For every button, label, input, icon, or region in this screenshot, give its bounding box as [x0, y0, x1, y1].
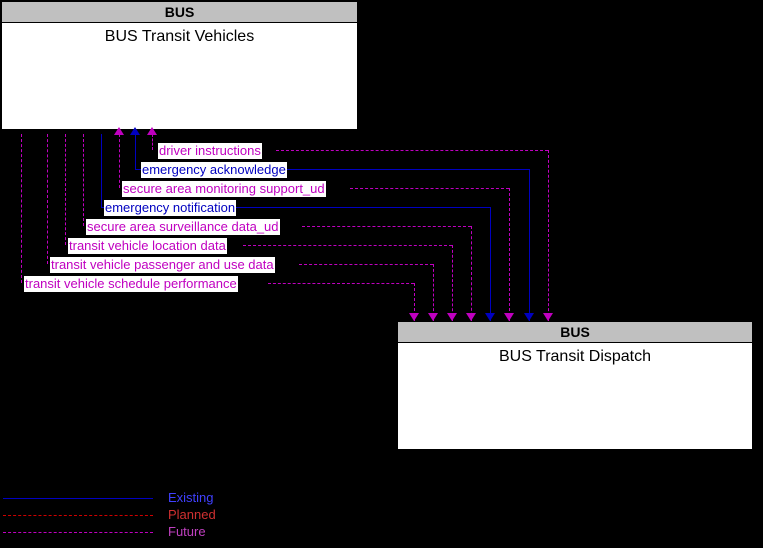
arrowhead-flow-1	[147, 127, 157, 135]
flow-label-emergency-notification[interactable]: emergency notification	[104, 200, 237, 216]
legend-line-existing-icon	[3, 498, 153, 499]
connector-8-vertical-left	[21, 134, 22, 283]
legend-label-planned: Planned	[168, 507, 216, 522]
connector-2-vertical-left	[135, 134, 136, 169]
flow-label-secure-area-monitoring-support-ud[interactable]: secure area monitoring support_ud	[122, 181, 326, 197]
arrowhead-flow-8-dispatch	[409, 313, 419, 321]
entity-title-dispatch: BUS Transit Dispatch	[498, 348, 652, 365]
arrowhead-flow-3-dispatch	[504, 313, 514, 321]
flow-label-transit-vehicle-location-data[interactable]: transit vehicle location data	[68, 238, 227, 254]
legend-line-future-icon	[3, 532, 153, 533]
connector-3-vertical-right	[509, 188, 510, 321]
legend-label-existing: Existing	[168, 490, 214, 505]
connector-1-horizontal	[276, 150, 548, 151]
arrowhead-flow-2	[130, 127, 140, 135]
legend-line-planned-icon	[3, 515, 153, 516]
legend-row-existing: Existing	[0, 490, 280, 507]
flow-label-secure-area-surveillance-data-ud[interactable]: secure area surveillance data_ud	[86, 219, 280, 235]
connector-8-horizontal	[268, 283, 414, 284]
connector-6-horizontal	[243, 245, 452, 246]
connector-5-vertical-left	[83, 134, 84, 226]
diagram-canvas: BUS BUS Transit Vehicles BUS BUS Transit…	[0, 0, 763, 548]
connector-1-vertical-left	[152, 134, 153, 150]
connector-7-vertical-left	[47, 134, 48, 264]
arrowhead-flow-5-dispatch	[466, 313, 476, 321]
arrowhead-flow-2-dispatch	[524, 313, 534, 321]
connector-5-horizontal	[302, 226, 471, 227]
arrowhead-flow-7-dispatch	[428, 313, 438, 321]
arrowhead-flow-1-dispatch	[543, 313, 553, 321]
legend-label-future: Future	[168, 524, 206, 539]
entity-title-vehicles: BUS Transit Vehicles	[104, 28, 255, 45]
connector-5-vertical-right	[471, 226, 472, 321]
connector-6-vertical-right	[452, 245, 453, 321]
arrowhead-flow-4-dispatch	[485, 313, 495, 321]
legend-row-planned: Planned	[0, 507, 280, 524]
flow-label-driver-instructions[interactable]: driver instructions	[158, 143, 262, 159]
connector-4-vertical-left	[101, 134, 102, 207]
connector-3-horizontal	[350, 188, 509, 189]
legend-row-future: Future	[0, 524, 280, 541]
flow-label-transit-vehicle-schedule-performance[interactable]: transit vehicle schedule performance	[24, 276, 238, 292]
connector-4-vertical-right	[490, 207, 491, 321]
flow-label-emergency-acknowledge[interactable]: emergency acknowledge	[141, 162, 287, 178]
legend: Existing Planned Future	[0, 488, 280, 543]
entity-header-dispatch: BUS	[398, 322, 752, 343]
connector-7-horizontal	[299, 264, 433, 265]
arrowhead-flow-6-dispatch	[447, 313, 457, 321]
connector-2-vertical-right	[529, 169, 530, 321]
connector-3-vertical-left	[119, 134, 120, 188]
connector-6-vertical-left	[65, 134, 66, 245]
entity-box-bus-transit-dispatch[interactable]: BUS BUS Transit Dispatch	[397, 321, 753, 450]
entity-box-bus-transit-vehicles[interactable]: BUS BUS Transit Vehicles	[1, 1, 358, 130]
connector-1-vertical-right	[548, 150, 549, 321]
arrowhead-flow-3	[114, 127, 124, 135]
flow-label-transit-vehicle-passenger-and-use-data[interactable]: transit vehicle passenger and use data	[50, 257, 275, 273]
entity-header-vehicles: BUS	[2, 2, 357, 23]
